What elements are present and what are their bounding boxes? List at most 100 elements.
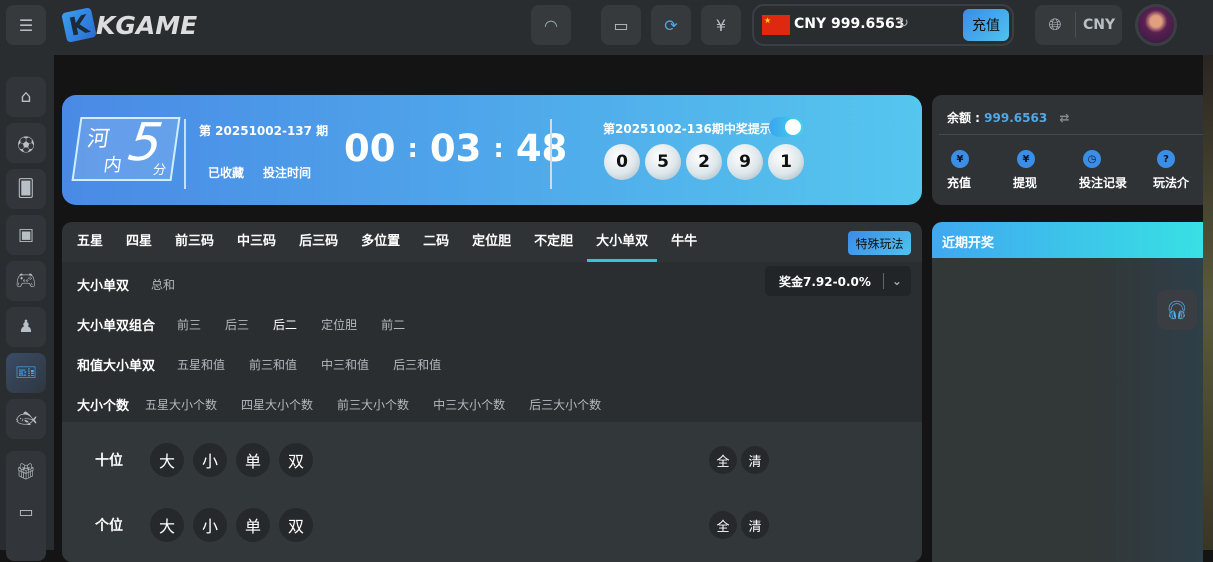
subplay-row: 大小单双组合 前三 后三 后二 定位胆 前二	[77, 316, 406, 334]
deposit-button[interactable]: 充值	[963, 9, 1009, 41]
fish-icon: 🐟︎	[15, 409, 37, 429]
sidebar-item-home[interactable]: ⌂	[6, 77, 46, 117]
subplay-item[interactable]: 四星大小个数	[241, 396, 313, 413]
tab-niuniu[interactable]: 牛牛	[662, 222, 706, 262]
result-ball: 1	[768, 144, 804, 180]
globe-icon: 🌐︎	[1048, 15, 1062, 34]
subplay-item[interactable]: 后三和值	[393, 356, 441, 373]
balance-box: ★ CNY 999.6563 ↻ 充值	[752, 4, 1014, 46]
china-flag-icon: ★	[762, 15, 790, 35]
result-ball: 2	[686, 144, 722, 180]
yuan-exchange-icon[interactable]: ¥	[701, 5, 741, 45]
bet-time-button[interactable]: 投注时间	[263, 164, 311, 181]
tab-zhongsanma[interactable]: 中三码	[228, 222, 285, 262]
tab-sixing[interactable]: 四星	[117, 222, 161, 262]
option-small[interactable]: 小	[193, 508, 227, 542]
cards-icon: 🂠	[17, 179, 35, 199]
option-big[interactable]: 大	[150, 508, 184, 542]
tab-wuxing[interactable]: 五星	[68, 222, 112, 262]
headphones-icon: 🎧︎	[1165, 299, 1189, 321]
tab-daxiaodanshuang[interactable]: 大小单双	[587, 222, 658, 262]
option-odd[interactable]: 单	[236, 443, 270, 477]
subplay-item[interactable]: 五星大小个数	[145, 396, 217, 413]
tab-dingweidan[interactable]: 定位胆	[463, 222, 520, 262]
sidebar-item-slots[interactable]: ▣	[6, 215, 46, 255]
sidebar-item-lottery[interactable]: 🎫︎	[6, 353, 46, 393]
sidebar-item-sports[interactable]: ⚽︎	[6, 123, 46, 163]
subplay-row: 和值大小单双 五星和值 前三和值 中三和值 后三和值	[77, 356, 442, 374]
recent-draws-title: 近期开奖	[932, 222, 1203, 258]
logo[interactable]: K KGAME	[61, 7, 197, 43]
bet-panel: 五星 四星 前三码 中三码 后三码 多位置 二码 定位胆 不定胆 大小单双 牛牛…	[62, 222, 922, 562]
football-icon: ⚽︎	[17, 135, 35, 156]
slot-machine-icon: ▣	[17, 225, 35, 245]
recharge-action[interactable]: ¥ 充值	[947, 150, 971, 191]
bet-record-action[interactable]: ◷ 投注记录	[1079, 150, 1127, 191]
chevron-down-icon: ⌄	[891, 274, 902, 288]
position-row-tens: 十位 大 小 单 双 全 清	[62, 442, 922, 478]
tab-housanma[interactable]: 后三码	[290, 222, 347, 262]
home-icon: ⌂	[20, 87, 32, 107]
menu-toggle-icon[interactable]: ☰	[6, 5, 46, 45]
lottery-banner: 河 内 5 分 第 20251002-137 期 已收藏 投注时间 00:03:…	[62, 95, 922, 205]
rules-action[interactable]: ? 玩法介	[1153, 150, 1189, 191]
clear-button[interactable]: 清	[741, 511, 769, 539]
sidebar-item-chess[interactable]: ♟	[6, 307, 46, 347]
option-big[interactable]: 大	[150, 443, 184, 477]
subplay-item[interactable]: 前三大小个数	[337, 396, 409, 413]
sidebar-extra-group: 🎁︎ ▭	[6, 451, 46, 561]
result-ball: 0	[604, 144, 640, 180]
page-scrollbar[interactable]	[1203, 55, 1213, 550]
lottery-ticket-icon: 🎫︎	[15, 363, 37, 383]
account-balance: 999.6563	[984, 111, 1048, 125]
subplay-item[interactable]: 中三和值	[321, 356, 369, 373]
sidebar-item-fishing[interactable]: 🐟︎	[6, 399, 46, 439]
option-odd[interactable]: 单	[236, 508, 270, 542]
refresh-balance-icon[interactable]: ↻	[898, 16, 909, 31]
yuan-icon: ¥	[1017, 150, 1035, 168]
position-row-units: 个位 大 小 单 双 全 清	[62, 507, 922, 543]
subplay-item[interactable]: 中三大小个数	[433, 396, 505, 413]
subplay-item[interactable]: 后三大小个数	[529, 396, 601, 413]
result-balls: 0 5 2 9 1	[604, 144, 809, 180]
subplay-item-selected[interactable]: 后二	[273, 316, 297, 333]
tab-qiansanma[interactable]: 前三码	[166, 222, 223, 262]
subplay-item[interactable]: 定位胆	[321, 316, 357, 333]
result-ball: 9	[727, 144, 763, 180]
avatar[interactable]	[1135, 4, 1177, 46]
tab-budingdan[interactable]: 不定胆	[525, 222, 582, 262]
result-ball: 5	[645, 144, 681, 180]
subplay-item[interactable]: 后三	[225, 316, 249, 333]
option-small[interactable]: 小	[193, 443, 227, 477]
swap-icon[interactable]: ⇄	[1059, 111, 1069, 125]
subplay-item[interactable]: 前二	[381, 316, 405, 333]
select-all-button[interactable]: 全	[709, 446, 737, 474]
withdraw-action[interactable]: ¥ 提现	[1013, 150, 1037, 191]
odds-select[interactable]: 奖金7.92-0.0% ⌄	[765, 266, 911, 296]
wallet-icon[interactable]: ▭	[601, 5, 641, 45]
sidebar-item-games[interactable]: 🎮︎	[6, 261, 46, 301]
subplay-item[interactable]: 五星和值	[177, 356, 225, 373]
refresh-icon[interactable]: ⟳	[651, 5, 691, 45]
customer-service-button[interactable]: 🎧︎	[1157, 290, 1197, 330]
gift-icon[interactable]: 🎁︎	[6, 451, 46, 491]
wallet-icon[interactable]: ▭	[6, 491, 46, 531]
subplay-item[interactable]: 前三和值	[249, 356, 297, 373]
favorite-button[interactable]: 已收藏	[208, 164, 244, 181]
top-bar: ☰ K KGAME ◠ ▭ ⟳ ¥ ★ CNY 999.6563 ↻ 充值 🌐︎ …	[0, 0, 1213, 55]
clear-button[interactable]: 清	[741, 446, 769, 474]
tab-duoweizhi[interactable]: 多位置	[352, 222, 409, 262]
notify-toggle[interactable]	[769, 117, 803, 137]
subplay-row: 大小个数 五星大小个数 四星大小个数 前三大小个数 中三大小个数 后三大小个数	[77, 396, 602, 414]
option-even[interactable]: 双	[279, 443, 313, 477]
subplay-item[interactable]: 总和	[151, 276, 175, 293]
sidebar-item-cards[interactable]: 🂠	[6, 169, 46, 209]
current-period: 第 20251002-137 期	[199, 124, 329, 138]
select-all-button[interactable]: 全	[709, 511, 737, 539]
sidebar: ⌂ ⚽︎ 🂠 ▣ 🎮︎ ♟ 🎫︎ 🐟︎ 🎁︎ ▭	[0, 55, 54, 561]
special-play-button[interactable]: 特殊玩法	[848, 231, 911, 255]
subplay-item[interactable]: 前三	[177, 316, 201, 333]
option-even[interactable]: 双	[279, 508, 313, 542]
language-currency-selector[interactable]: 🌐︎ CNY	[1035, 5, 1122, 45]
tab-erma[interactable]: 二码	[414, 222, 458, 262]
